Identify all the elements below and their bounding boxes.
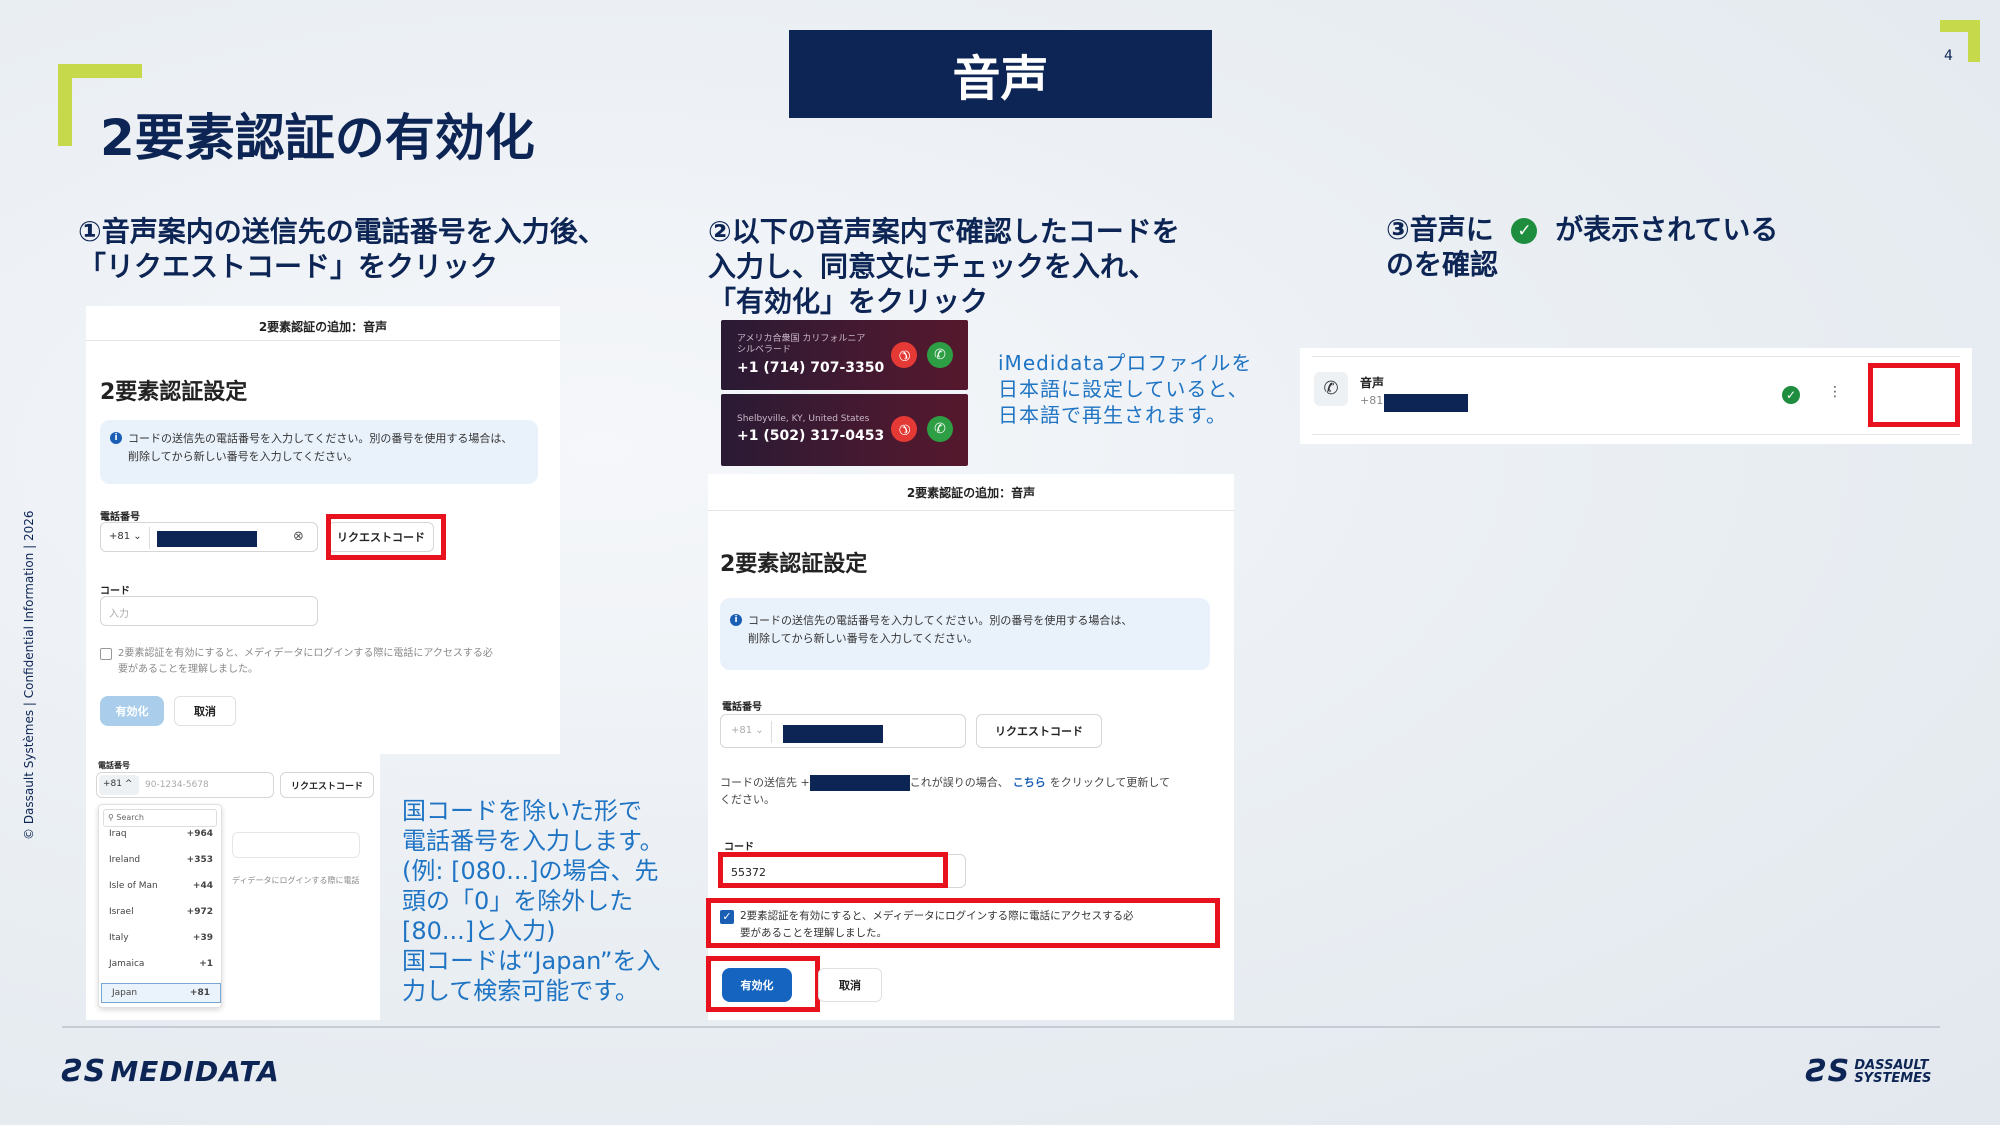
country-dropdown-panel: 電話番号 +81 ^ 90-1234-5678 リクエストコード ディデータにロ… xyxy=(86,754,380,1020)
redacted-phone xyxy=(157,531,257,547)
panel3-bottom-divider xyxy=(1312,434,1960,435)
panel3-top-divider xyxy=(1312,356,1960,357)
highlight-verified xyxy=(1868,363,1960,427)
side-copyright: © Dassault Systèmes | Confidential Infor… xyxy=(22,510,36,840)
panel2-header: 2要素認証の追加：音声 xyxy=(906,486,1036,500)
country-code-note: 国コードを除いた形で 電話番号を入力します。 (例: [080...]の場合、先… xyxy=(402,797,664,1005)
clear-icon[interactable]: ⊗ xyxy=(293,529,304,544)
panel1-info-box: i コードの送信先の電話番号を入力してください。別の番号を使用する場合は、 削除… xyxy=(100,420,538,484)
call-number: +1 (714) 707-3350 xyxy=(737,360,885,376)
incoming-call-card-2: Shelbyville, KY, United States +1 (502) … xyxy=(721,394,968,466)
chevron-down-icon: ⌄ xyxy=(755,725,764,736)
phone-input[interactable]: +81 ⌄ ⊗ xyxy=(100,522,318,552)
phone-method-icon: ✆ xyxy=(1314,372,1348,406)
panel3-method-list: ✆ 音声 +81 ✓ ⋮ xyxy=(1300,348,1972,444)
panel2-form: 2要素認証の追加：音声 2要素認証設定 i コードの送信先の電話番号を入力してく… xyxy=(706,474,1234,1020)
call-location: アメリカ合衆国 カリフォルニア シルベラード xyxy=(737,334,866,355)
step3-heading: ③音声に ✓ が表示されている のを確認 xyxy=(1386,213,1779,281)
accept-call-icon[interactable]: ✆ xyxy=(927,342,953,368)
info-icon: i xyxy=(110,432,122,444)
title-bracket-horizontal xyxy=(58,64,142,78)
country-code-select-open[interactable]: +81 ^ xyxy=(99,775,139,795)
imedidata-note: iMedidataプロファイルを 日本語に設定していると、 日本語で再生されます… xyxy=(998,351,1253,427)
method-phone-prefix: +81 xyxy=(1360,394,1384,407)
enable-button-disabled[interactable]: 有効化 xyxy=(100,696,164,726)
footer-divider xyxy=(62,1026,1940,1028)
decline-call-icon[interactable]: ✆ xyxy=(891,342,917,368)
incoming-call-card-1: アメリカ合衆国 カリフォルニア シルベラード +1 (714) 707-3350… xyxy=(721,320,968,390)
call-location: Shelbyville, KY, United States xyxy=(737,414,870,424)
highlight-consent xyxy=(706,898,1220,948)
country-dropdown[interactable]: ⚲ Search Iraq +964 Ireland +353 Isle of Ma… xyxy=(98,804,222,1008)
code-input-partial xyxy=(232,832,360,858)
verified-check-icon: ✓ xyxy=(1782,386,1800,404)
medidata-logo: ƧS MEDIDATA xyxy=(62,1054,280,1089)
redacted-phone xyxy=(809,775,910,791)
divider xyxy=(149,527,150,549)
country-code-select[interactable]: +81 ⌄ xyxy=(109,531,142,542)
dassault-logo: ƧS DASSAULT SYSTEMES xyxy=(1806,1054,1932,1089)
info-icon: i xyxy=(730,614,742,626)
code-label: コード xyxy=(100,586,130,597)
panel2-header-divider xyxy=(708,510,1234,511)
step2-heading: ②以下の音声案内で確認したコードを 入力し、同意文にチェックを入れ、 「有効化」… xyxy=(708,215,1180,318)
ds-mark-icon: ƧS xyxy=(1806,1054,1850,1089)
chevron-down-icon: ⌄ xyxy=(133,531,142,542)
code-input[interactable]: 入力 xyxy=(100,596,318,626)
consent-text-partial: ディデータにログインする際に電話 xyxy=(232,876,360,885)
banner-voice: 音声 xyxy=(789,30,1212,118)
country-option[interactable]: Israel +972 xyxy=(99,907,223,927)
corner-accent-vertical xyxy=(1968,20,1980,62)
verified-check-icon: ✓ xyxy=(1511,218,1538,244)
call-number: +1 (502) 317-0453 xyxy=(737,428,885,444)
consent-text: 2要素認証を有効にすると、メディデータにログインする際に電話にアクセスする必 要… xyxy=(118,648,493,675)
more-options-icon[interactable]: ⋮ xyxy=(1828,384,1842,400)
step1-heading: ①音声案内の送信先の電話番号を入力後、 「リクエストコード」をクリック xyxy=(78,215,606,283)
panel2-heading: 2要素認証設定 xyxy=(720,552,868,577)
country-search-input[interactable]: ⚲ Search xyxy=(103,809,217,827)
divider xyxy=(771,721,772,743)
country-option[interactable]: Ireland +353 xyxy=(99,855,223,875)
page-title: 2要素認証の有効化 xyxy=(100,109,535,167)
panel1-heading: 2要素認証設定 xyxy=(100,380,248,405)
country-option[interactable]: Italy +39 xyxy=(99,933,223,953)
redacted-phone xyxy=(783,725,883,743)
accept-call-icon[interactable]: ✆ xyxy=(927,416,953,442)
search-icon: ⚲ xyxy=(108,813,114,822)
phone-input[interactable]: +81 ^ 90-1234-5678 xyxy=(96,772,274,798)
highlight-enable-button xyxy=(706,956,820,1012)
request-code-button[interactable]: リクエストコード xyxy=(976,714,1102,748)
country-option[interactable]: Iraq +964 xyxy=(99,829,223,849)
panel1-form: 2要素認証の追加：音声 2要素認証設定 i コードの送信先の電話番号を入力してく… xyxy=(86,306,560,754)
method-name: 音声 xyxy=(1360,376,1385,390)
code-sent-message: コードの送信先 + これが誤りの場合、 こちら をクリックして更新して ください。 xyxy=(720,775,1171,806)
ds-mark-icon: ƧS xyxy=(62,1054,106,1089)
chevron-up-icon: ^ xyxy=(124,779,133,789)
request-code-button[interactable]: リクエストコード xyxy=(280,772,374,798)
redacted-phone xyxy=(1384,394,1468,412)
panel2-info-box: i コードの送信先の電話番号を入力してください。別の番号を使用する場合は、 削除… xyxy=(720,598,1210,670)
page-number: 4 xyxy=(1944,48,1953,64)
panel1-header-divider xyxy=(86,340,560,341)
cancel-button[interactable]: 取消 xyxy=(818,968,882,1002)
update-link[interactable]: こちら xyxy=(1013,776,1046,789)
consent-checkbox[interactable] xyxy=(100,648,112,660)
highlight-code-input xyxy=(718,852,948,888)
highlight-request-button xyxy=(326,514,446,560)
phone-input[interactable]: +81 ⌄ xyxy=(720,714,966,748)
decline-call-icon[interactable]: ✆ xyxy=(891,416,917,442)
cancel-button[interactable]: 取消 xyxy=(174,696,236,726)
country-option[interactable]: Isle of Man +44 xyxy=(99,881,223,901)
phone-label: 電話番号 xyxy=(722,702,762,713)
code-label: コード xyxy=(724,842,754,853)
country-code-select[interactable]: +81 ⌄ xyxy=(731,725,764,736)
phone-label: 電話番号 xyxy=(100,512,140,523)
country-option[interactable]: Jamaica +1 xyxy=(99,959,223,979)
phone-label: 電話番号 xyxy=(98,761,130,770)
panel1-header: 2要素認証の追加：音声 xyxy=(258,320,388,334)
country-option-japan-selected[interactable]: Japan +81 xyxy=(101,983,221,1003)
